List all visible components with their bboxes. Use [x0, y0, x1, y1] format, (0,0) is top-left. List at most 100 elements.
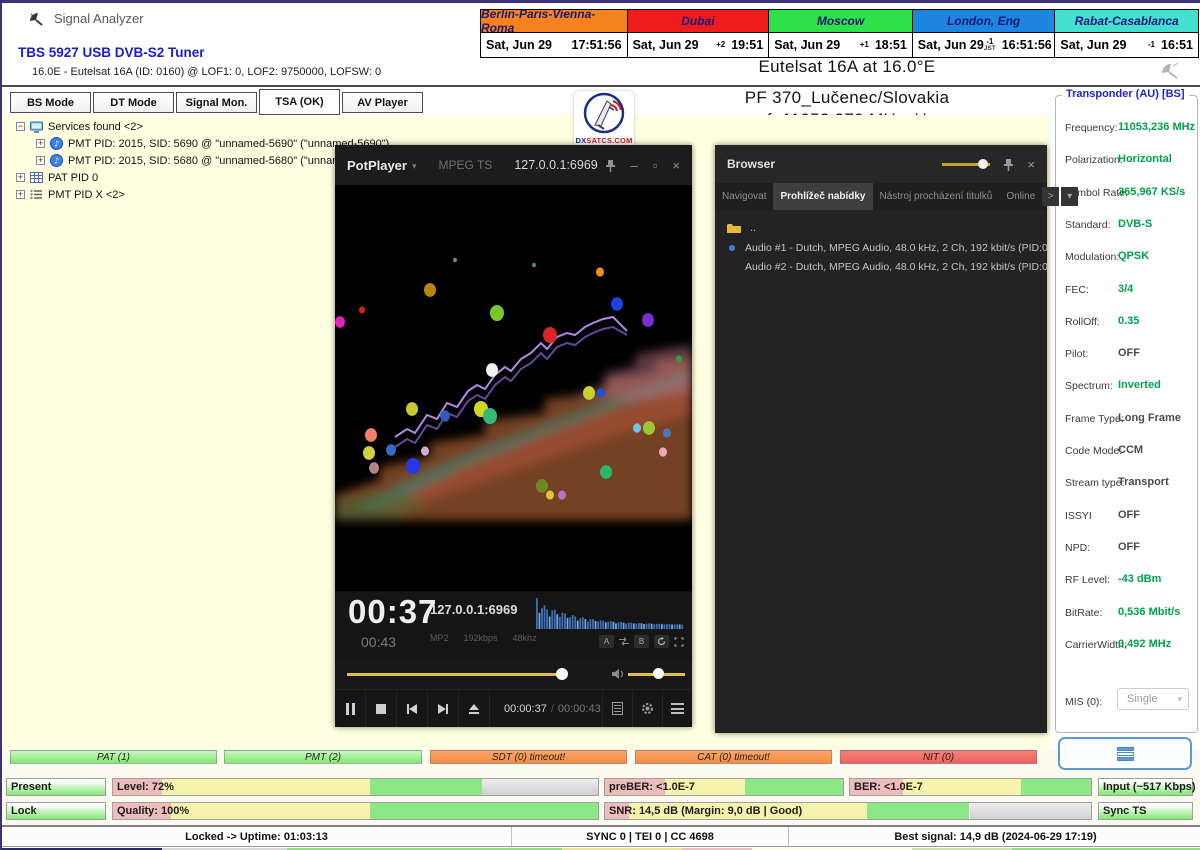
status-bar: Locked -> Uptime: 01:03:13 SYNC 0 | TEI …	[2, 825, 1200, 847]
pin-icon[interactable]	[1003, 158, 1014, 171]
tab-bs-mode[interactable]: BS Mode	[10, 92, 91, 113]
clock-date: Sat, Jun 29	[633, 38, 699, 52]
transponder-label: ISSYI	[1065, 510, 1092, 522]
save-capture-button[interactable]	[1058, 737, 1192, 770]
services-tree: − Services found <2> +♪PMT PID: 2015, SID:…	[8, 118, 389, 203]
player-info-panel: 00:37 00:43 127.0.0.1:6969 MP2 192kbps 4…	[335, 591, 692, 659]
marker-b-button[interactable]: B	[634, 635, 649, 648]
browser-tab-prohlížeč-nabídky[interactable]: Prohlížeč nabídky	[773, 183, 872, 210]
app-dish-icon	[28, 11, 45, 27]
meter-segment-gray	[482, 779, 598, 795]
settings-button[interactable]	[632, 690, 662, 727]
mis-select[interactable]: Single ▾	[1117, 688, 1189, 710]
browser-tabs: NavigovatProhlížeč nabídkyNástroj prochá…	[715, 183, 1047, 210]
clock-date: Sat, Jun 29	[486, 38, 552, 52]
transponder-label: Stream type:	[1065, 477, 1125, 489]
tree-item[interactable]: + PMT PID X <2>	[8, 186, 389, 203]
drive-icon	[1117, 747, 1134, 761]
chevron-down-icon: ▾	[412, 161, 417, 172]
playlist-button[interactable]	[602, 690, 632, 727]
tree-item[interactable]: +♪PMT PID: 2015, SID: 5680 @ "unnamed-56…	[8, 152, 389, 169]
codec-name: MP2	[430, 633, 449, 643]
marker-a-button[interactable]: A	[599, 635, 614, 648]
tv-icon	[30, 121, 43, 133]
playback-position: 00:00:37 / 00:00:43	[490, 690, 602, 727]
next-tab-button[interactable]: >	[1042, 187, 1059, 206]
expander-icon[interactable]: +	[36, 156, 45, 165]
transponder-value: Inverted	[1118, 379, 1161, 391]
expander-icon[interactable]: +	[36, 139, 45, 148]
transponder-label: NPD:	[1065, 542, 1090, 554]
tree-item-label[interactable]: PAT PID 0	[48, 172, 98, 184]
transponder-label: BitRate:	[1065, 607, 1102, 619]
browser-tab-navigovat[interactable]: Navigovat	[715, 183, 773, 210]
transponder-label: Pilot:	[1065, 348, 1088, 360]
clock-offset-value: +1	[860, 41, 869, 49]
more-tabs-button[interactable]: ▾	[1061, 187, 1078, 206]
minimize-icon[interactable]: –	[631, 158, 638, 173]
status-best-signal: Best signal: 14,9 dB (2024-06-29 17:19)	[789, 827, 1200, 846]
audio-track-item[interactable]: Audio #2 - Dutch, MPEG Audio, 48.0 kHz, …	[715, 257, 1047, 276]
eject-button[interactable]	[459, 690, 490, 727]
expander-icon[interactable]: −	[16, 122, 25, 131]
expander-icon[interactable]: +	[16, 190, 25, 199]
ber-meter: BER: <1.0E-7	[849, 778, 1092, 796]
seek-bar[interactable]	[347, 673, 562, 676]
volume-icon[interactable]	[611, 667, 625, 681]
expander-icon[interactable]: +	[16, 173, 25, 182]
quality-meter: Quality: 100%	[112, 802, 599, 820]
audio-icon: ♪	[50, 137, 63, 150]
potplayer-titlebar[interactable]: PotPlayer ▾ MPEG TS 127.0.0.1:6969 – ▫ ×	[335, 145, 692, 185]
tab-av-player[interactable]: AV Player	[342, 92, 423, 113]
meter-label: BER: <1.0E-7	[854, 781, 923, 793]
tree-item[interactable]: − Services found <2>	[8, 118, 389, 135]
pause-button[interactable]	[335, 690, 366, 727]
video-area[interactable]	[335, 185, 692, 591]
browser-tab-online[interactable]: Online	[999, 183, 1042, 210]
meter-segment-green	[370, 803, 598, 819]
parent-folder-row[interactable]: ..	[715, 218, 1047, 238]
tab-signal-mon-[interactable]: Signal Mon.	[176, 92, 257, 113]
status-sync: SYNC 0 | TEI 0 | CC 4698	[512, 827, 789, 846]
table-icon	[30, 172, 43, 183]
spectrum-analyzer	[534, 595, 684, 631]
fullscreen-icon[interactable]	[674, 637, 684, 647]
tree-item[interactable]: + PAT PID 0	[8, 169, 389, 186]
clock-offset: +1	[860, 41, 869, 49]
transponder-value: 0,536 Mbit/s	[1118, 606, 1180, 618]
status-uptime: Locked -> Uptime: 01:03:13	[2, 827, 512, 846]
tree-item[interactable]: +♪PMT PID: 2015, SID: 5690 @ "unnamed-56…	[8, 135, 389, 152]
transponder-row: BitRate: 0,536 Mbit/s	[1056, 607, 1197, 627]
seek-handle[interactable]	[556, 668, 568, 680]
close-icon[interactable]: ×	[672, 158, 680, 173]
tab-dt-mode[interactable]: DT Mode	[93, 92, 174, 113]
browser-titlebar[interactable]: Browser ×	[715, 145, 1047, 183]
maximize-icon[interactable]: ▫	[653, 158, 658, 173]
next-button[interactable]	[428, 690, 459, 727]
stop-button[interactable]	[366, 690, 397, 727]
meter-label: Level: 72%	[117, 781, 174, 793]
ab-repeat-controls: A B	[599, 635, 684, 648]
transponder-label: RF Level:	[1065, 574, 1110, 586]
transponder-label: RollOff:	[1065, 316, 1100, 328]
opacity-slider[interactable]	[942, 159, 990, 169]
tab-tsa-ok-[interactable]: TSA (OK)	[259, 89, 340, 115]
clock-zone-header: Berlin-Paris-Vienna-Roma	[481, 10, 628, 32]
clock-time-value: 16:51	[1161, 38, 1193, 52]
mis-row: MIS (0): Single ▾	[1065, 692, 1192, 710]
potplayer-menu[interactable]: PotPlayer	[347, 158, 407, 173]
tuner-details: 16.0E - Eutelsat 16A (ID: 0160) @ LOF1: …	[32, 66, 381, 78]
audio-track-item[interactable]: Audio #1 - Dutch, MPEG Audio, 48.0 kHz, …	[715, 238, 1047, 257]
pin-icon[interactable]	[605, 159, 616, 172]
transponder-value: OFF	[1118, 541, 1140, 553]
transponder-row: NPD: OFF	[1056, 542, 1197, 562]
volume-handle[interactable]	[653, 668, 664, 679]
browser-tab-nástroj-procházení-titulků[interactable]: Nástroj procházení titulků	[873, 183, 1000, 210]
table-pill-cat: CAT (0) timeout!	[635, 750, 832, 764]
tree-item-label[interactable]: PMT PID X <2>	[48, 189, 125, 201]
tree-item-label[interactable]: Services found <2>	[48, 121, 143, 133]
repeat-button[interactable]	[654, 635, 669, 648]
previous-button[interactable]	[397, 690, 428, 727]
menu-button[interactable]	[662, 690, 692, 727]
close-icon[interactable]: ×	[1027, 157, 1035, 172]
